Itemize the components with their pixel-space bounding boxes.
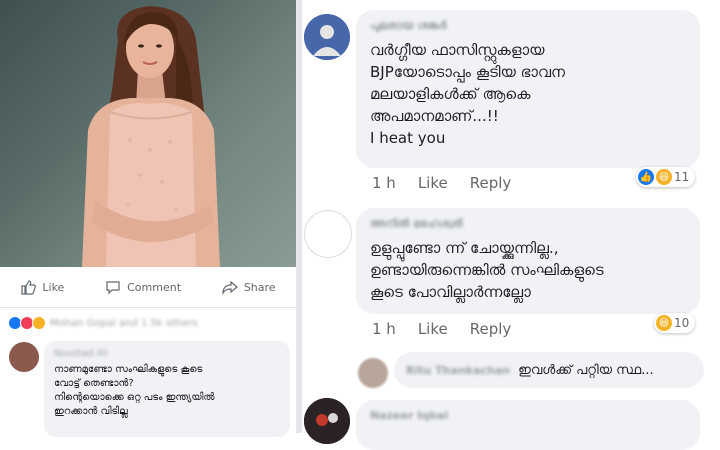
comment-reply-link[interactable]: Reply [470, 320, 512, 338]
reaction-count: 11 [674, 170, 690, 184]
comment-author[interactable]: Noushad Ali [54, 347, 280, 361]
comment-line: അപമാനമാണ്...!! [370, 107, 499, 125]
comment-line: I heat you [370, 129, 446, 147]
thumbs-up-icon [21, 280, 37, 295]
share-icon [222, 280, 238, 295]
comment-reaction-count[interactable]: 👍 😆 11 [636, 167, 696, 187]
comment-line: കൂടെ പോവില്ലാർന്നല്ലോ [370, 283, 531, 301]
avatar[interactable] [304, 14, 350, 60]
comment-author[interactable]: പുലരായ ശങ്കർ [370, 19, 686, 33]
comment-label: Comment [127, 280, 182, 294]
share-label: Share [243, 280, 276, 294]
comment-line: വോട്ട് തെണ്ടാൻ? [54, 378, 134, 389]
reactions-summary-text: Mohan Gopal and 1.5k others [50, 317, 198, 329]
comment-reaction-count[interactable]: 😆 10 [654, 313, 696, 333]
avatar[interactable] [304, 210, 352, 258]
comment-line: ഇവൾക്ക് പറ്റിയ സ്ഥ... [518, 362, 654, 378]
like-button[interactable]: Like [20, 279, 64, 295]
comment-actions: 1 h Like Reply [372, 174, 511, 192]
like-reaction-icon: 👍 [638, 169, 654, 185]
comment-author[interactable]: അനിൽ മഹേശ്വരി [370, 217, 686, 231]
haha-reaction-icon [32, 316, 46, 330]
post-action-bar: Like Comment Share [0, 267, 296, 308]
comment-icon [106, 281, 120, 295]
like-label: Like [42, 280, 65, 294]
comment-line: വർഗ്ഗീയ ഫാസിസ്റ്റുകളായ [370, 41, 545, 59]
woman-portrait-image [82, 6, 220, 267]
reaction-count: 10 [674, 316, 690, 330]
left-comment-bubble: Noushad Ali നാണമുണ്ടോ സംഘികളുടെ കൂടെ വോട… [44, 341, 290, 437]
comment-line: നാണമുണ്ടോ സംഘികളുടെ കൂടെ [54, 364, 203, 375]
profile-photo-icon [304, 398, 350, 444]
comment-bubble: Ritu Thankachan ഇവൾക്ക് പറ്റിയ സ്ഥ... [394, 352, 704, 388]
comment-line: ഉണ്ടായിരുന്നെങ്കിൽ സംഘികളുടെ [370, 261, 604, 279]
comment-reply-link[interactable]: Reply [470, 174, 512, 192]
comment-time: 1 h [372, 320, 396, 338]
comment-bubble: Nazeer Iqbal [356, 400, 700, 450]
comment-line: നിന്റെയൊക്കെ ഒറ്റ പടം ഇന്ത്യയിൽ [54, 392, 215, 403]
comment-author[interactable]: Ritu Thankachan [406, 364, 510, 377]
reactions-summary[interactable]: Mohan Gopal and 1.5k others [8, 313, 198, 333]
comment-button[interactable]: Comment [105, 279, 181, 295]
comments-panel: പുലരായ ശങ്കർ വർഗ്ഗീയ ഫാസിസ്റ്റുകളായ BJPയ… [302, 0, 720, 450]
avatar[interactable] [9, 342, 39, 372]
comment-author[interactable]: Nazeer Iqbal [370, 409, 686, 422]
comment-line: BJPയോടൊപ്പം കൂടിയ ഭാവന [370, 63, 565, 81]
comment-bubble: പുലരായ ശങ്കർ വർഗ്ഗീയ ഫാസിസ്റ്റുകളായ BJPയ… [356, 10, 700, 168]
comment-line: ഇറക്കാൻ വിടില്ല [54, 406, 128, 417]
share-button[interactable]: Share [222, 279, 276, 295]
comment-line: ഉളുപ്പുണ്ടോ ന്ന് ചോയ്ക്കുന്നില്ല., [370, 239, 559, 257]
haha-reaction-icon: 😆 [656, 315, 672, 331]
left-post-panel: Like Comment Share Mohan Gopal and 1.5k … [0, 0, 296, 437]
comment-like-link[interactable]: Like [418, 174, 448, 192]
comment-like-link[interactable]: Like [418, 320, 448, 338]
comment-actions: 1 h Like Reply [372, 320, 511, 338]
avatar[interactable] [358, 358, 388, 388]
user-silhouette-icon [304, 14, 350, 60]
comment-bubble: അനിൽ മഹേശ്വരി ഉളുപ്പുണ്ടോ ന്ന് ചോയ്ക്കുന… [356, 208, 700, 314]
haha-reaction-icon: 😆 [656, 169, 672, 185]
comment-line: മലയാളികൾക്ക് ആകെ [370, 85, 531, 103]
avatar[interactable] [304, 398, 350, 444]
post-photo[interactable] [0, 0, 296, 267]
comment-time: 1 h [372, 174, 396, 192]
